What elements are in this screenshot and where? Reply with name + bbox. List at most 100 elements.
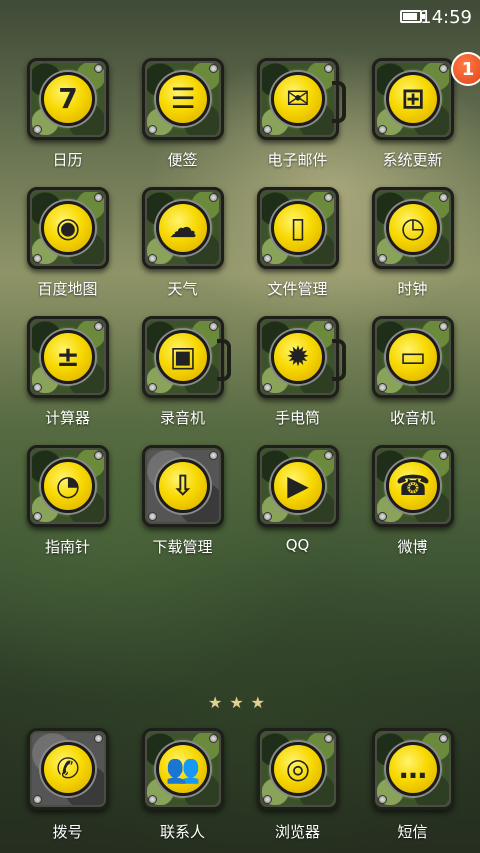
- app-label: 浏览器: [274, 823, 320, 841]
- map-pin-icon: ◉: [55, 211, 81, 244]
- app-label: 文件管理: [267, 280, 328, 298]
- app-tile: ✉: [257, 58, 346, 140]
- icon-disc: 7: [41, 72, 95, 126]
- dock: ✆ 拨号 👥 联系人 ◎ 浏览器 … 短信: [10, 728, 470, 848]
- screw-icon: [209, 451, 218, 460]
- screw-icon: [324, 64, 333, 73]
- icon-disc: ✆: [41, 742, 95, 796]
- app-label: 系统更新: [382, 151, 443, 169]
- screw-icon: [94, 64, 103, 73]
- screw-icon: [263, 795, 272, 804]
- contacts-icon: 👥: [165, 752, 201, 785]
- stopwatch-icon: ◔: [55, 469, 81, 502]
- browser-icon: ◎: [285, 752, 311, 785]
- app-file-manager[interactable]: ▯ 文件管理: [240, 187, 355, 307]
- app-weibo[interactable]: ☎ 微博: [355, 445, 470, 565]
- app-tile: ◔: [27, 445, 109, 527]
- screw-icon: [439, 193, 448, 202]
- screw-icon: [439, 734, 448, 743]
- screw-icon: [263, 125, 272, 134]
- app-system-update[interactable]: ⊞ 1 系统更新: [355, 52, 480, 178]
- app-label: 指南针: [44, 538, 90, 556]
- app-label: 联系人: [159, 823, 205, 841]
- app-baidu-map[interactable]: ◉ 百度地图: [10, 187, 125, 307]
- windows-icon: ⊞: [401, 82, 425, 115]
- app-tile: …: [372, 728, 454, 810]
- app-label: 下载管理: [152, 538, 213, 556]
- app-email[interactable]: ✉ 电子邮件: [240, 58, 355, 178]
- screw-icon: [33, 512, 42, 521]
- screw-icon: [263, 512, 272, 521]
- icon-disc: ▶: [271, 459, 325, 513]
- app-label: 录音机: [159, 409, 205, 427]
- icon-disc: 👥: [156, 742, 210, 796]
- screw-icon: [33, 254, 42, 263]
- app-tile: 👥: [142, 728, 224, 810]
- screw-icon: [439, 64, 448, 73]
- icon-disc: ▣: [156, 330, 210, 384]
- play-icon: ▶: [287, 469, 309, 502]
- app-download-manager[interactable]: ⇩ 下载管理: [125, 445, 240, 565]
- app-label: 微博: [397, 538, 428, 556]
- envelope-icon: ✉: [286, 82, 310, 115]
- app-tile: ◷: [372, 187, 454, 269]
- app-recorder[interactable]: ▣ 录音机: [125, 316, 240, 436]
- download-tray-icon: ⇩: [171, 469, 195, 502]
- screw-icon: [148, 383, 157, 392]
- calculator-icon: ±: [56, 340, 80, 373]
- app-tile: ±: [27, 316, 109, 398]
- app-tile: ▣: [142, 316, 231, 398]
- app-compass[interactable]: ◔ 指南针: [10, 445, 125, 565]
- screw-icon: [378, 795, 387, 804]
- screw-icon: [378, 125, 387, 134]
- app-tile: ◉: [27, 187, 109, 269]
- app-notes[interactable]: ☰ 便签: [125, 58, 240, 178]
- battery-icon: [400, 10, 425, 23]
- app-browser[interactable]: ◎ 浏览器: [240, 728, 355, 848]
- screw-icon: [209, 322, 218, 331]
- app-label: 手电筒: [274, 409, 320, 427]
- app-weather[interactable]: ☁ 天气: [125, 187, 240, 307]
- screw-icon: [209, 193, 218, 202]
- screw-icon: [33, 795, 42, 804]
- screw-icon: [33, 125, 42, 134]
- app-tile: ⇩: [142, 445, 224, 527]
- icon-disc: ☎: [386, 459, 440, 513]
- icon-disc: ▭: [386, 330, 440, 384]
- app-tile: ☰: [142, 58, 224, 140]
- app-label: 计算器: [44, 409, 90, 427]
- icon-disc: ±: [41, 330, 95, 384]
- screw-icon: [148, 125, 157, 134]
- screw-icon: [439, 322, 448, 331]
- app-label: 便签: [167, 151, 198, 169]
- app-calculator[interactable]: ± 计算器: [10, 316, 125, 436]
- screw-icon: [324, 193, 333, 202]
- screw-icon: [94, 322, 103, 331]
- calendar-icon: 7: [58, 82, 78, 115]
- notification-badge: 1: [451, 52, 480, 86]
- app-clock[interactable]: ◷ 时钟: [355, 187, 470, 307]
- app-dialer[interactable]: ✆ 拨号: [10, 728, 125, 848]
- app-flashlight[interactable]: ✹ 手电筒: [240, 316, 355, 436]
- screw-icon: [263, 254, 272, 263]
- app-contacts[interactable]: 👥 联系人: [125, 728, 240, 848]
- app-label: 收音机: [389, 409, 435, 427]
- screw-icon: [378, 383, 387, 392]
- app-label: 百度地图: [37, 280, 98, 298]
- alarm-clock-icon: ◷: [400, 211, 426, 244]
- screw-icon: [378, 254, 387, 263]
- app-tile: ✹: [257, 316, 346, 398]
- icon-disc: ▯: [271, 201, 325, 255]
- cloud-rain-icon: ☁: [169, 211, 197, 244]
- app-radio[interactable]: ▭ 收音机: [355, 316, 470, 436]
- app-calendar[interactable]: 7 日历: [10, 58, 125, 178]
- app-messages[interactable]: … 短信: [355, 728, 470, 848]
- status-time: 14:59: [420, 7, 472, 28]
- icon-disc: ◷: [386, 201, 440, 255]
- app-label: 拨号: [52, 823, 83, 841]
- screw-icon: [209, 734, 218, 743]
- icon-disc: ☰: [156, 72, 210, 126]
- app-tile: ▯: [257, 187, 339, 269]
- app-qq[interactable]: ▶ QQ: [240, 445, 355, 565]
- screw-icon: [94, 734, 103, 743]
